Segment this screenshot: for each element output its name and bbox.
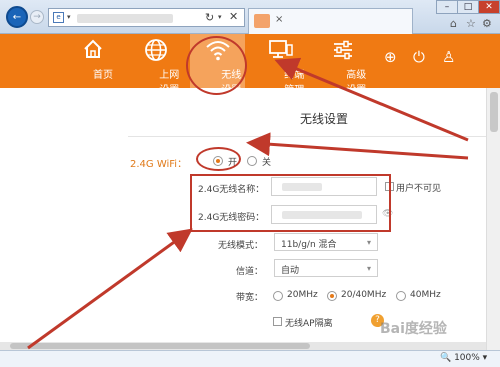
home-icon [68,34,118,66]
browser-toolbar: ← → e ▾ ↻ ▾ ✕ × – □ ✕ ⌂ ☆ ⚙ [0,0,500,34]
bandwidth-20-label: 20MHz [287,290,318,300]
bandwidth-40-radio[interactable] [396,291,406,301]
wifi-off-label: 关 [262,158,272,168]
nav-advanced-settings[interactable]: 高级设置 [315,34,370,96]
address-bar[interactable]: e ▾ ↻ ▾ ✕ [48,8,245,27]
horizontal-scrollbar[interactable] [0,342,486,350]
forward-button[interactable]: → [30,10,44,24]
channel-label: 信道： [236,267,264,277]
shield-plus-icon[interactable]: ⊕ [384,48,397,66]
page-icon: e [53,12,64,23]
ap-isolation-label: 无线AP隔离 [285,319,333,329]
mode-select[interactable]: 11b/g/n 混合 ▾ [274,233,378,251]
nav-home-label: 首页 [93,70,113,81]
bandwidth-2040-radio[interactable] [327,291,337,301]
status-bar [0,350,500,367]
chevron-down-icon[interactable]: ▾ [67,13,71,21]
divider [128,136,486,137]
annotation-box-credentials [190,174,391,232]
hide-ssid-label: 用户不可见 [396,184,442,194]
home-icon[interactable]: ⌂ [450,17,457,30]
minimize-button[interactable]: – [436,0,458,14]
browser-tab[interactable]: × [248,8,413,34]
router-nav-bar: 首页 上网设置 无线设置 终端管理 高级设置 ⊕ ⏻ ♙ [0,34,500,96]
scrollbar-thumb[interactable] [10,343,310,349]
wifi-label: 2.4G WiFi： [130,159,188,170]
scrollbar-thumb[interactable] [490,92,498,132]
annotation-oval-wifi [196,147,241,171]
nav-internet-settings[interactable]: 上网设置 [128,34,183,96]
nav-device-management[interactable]: 终端管理 [253,34,308,96]
bandwidth-2040-label: 20/40MHz [341,290,387,300]
nav-home[interactable]: 首页 [68,34,118,88]
stop-icon[interactable]: ✕ [229,10,238,23]
chevron-down-icon[interactable]: ▾ [218,13,222,21]
forward-icon: → [33,12,41,22]
mode-value: 11b/g/n 混合 [281,240,337,250]
monitor-icon [253,34,308,66]
refresh-icon[interactable]: ↻ [205,11,214,24]
tab-close-icon[interactable]: × [275,14,283,25]
gear-icon[interactable]: ⚙ [482,17,492,30]
page-title: 无线设置 [300,112,349,126]
mode-label: 无线模式： [218,241,264,251]
user-icon[interactable]: ♙ [442,48,455,66]
tab-favicon-icon [254,14,270,28]
channel-select[interactable]: 自动 ▾ [274,259,378,277]
chevron-down-icon: ▾ [366,264,371,273]
power-icon[interactable]: ⏻ [413,48,425,66]
zoom-value: 100% [454,353,480,363]
watermark-logo: Bai度经验 [380,321,447,337]
bandwidth-20-radio[interactable] [273,291,283,301]
close-window-button[interactable]: ✕ [478,0,500,14]
url-text [77,14,173,23]
globe-icon [128,34,183,66]
vertical-scrollbar[interactable] [486,88,500,350]
star-icon[interactable]: ☆ [466,17,476,30]
chevron-down-icon: ▾ [366,238,371,247]
zoom-level[interactable]: 🔍 100% ▾ [440,353,487,363]
wifi-off-radio[interactable] [247,156,257,166]
maximize-button[interactable]: □ [457,0,479,14]
bandwidth-40-label: 40MHz [410,290,441,300]
back-icon: ← [12,11,22,23]
back-button[interactable]: ← [6,6,28,28]
sliders-icon [315,34,370,66]
channel-value: 自动 [281,266,300,276]
annotation-circle-nav [186,36,247,95]
ap-isolation-checkbox[interactable] [273,317,282,326]
bandwidth-label: 带宽： [236,293,264,303]
